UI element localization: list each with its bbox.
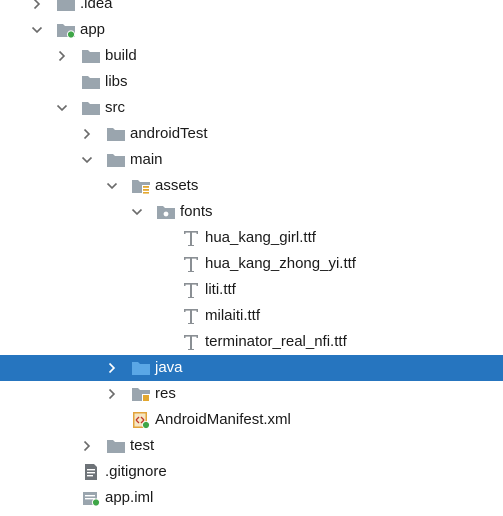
- tree-row-androidmanifest-xml[interactable]: AndroidManifest.xml: [0, 407, 503, 433]
- tree-row-androidtest[interactable]: androidTest: [0, 121, 503, 147]
- folder-icon: [81, 69, 101, 95]
- text-file-icon: [81, 459, 101, 485]
- font-file-icon: [181, 329, 201, 355]
- font-file-icon: [181, 251, 201, 277]
- tree-item-label: .idea: [80, 0, 113, 12]
- tree-item-label: androidTest: [130, 125, 208, 142]
- font-file-icon: [181, 303, 201, 329]
- tree-item-label: app.iml: [105, 489, 154, 506]
- tree-row-milaiti-ttf[interactable]: milaiti.ttf: [0, 303, 503, 329]
- tree-row-assets[interactable]: assets: [0, 173, 503, 199]
- tree-row-fonts[interactable]: fonts: [0, 199, 503, 225]
- tree-row-terminator-real-nfi-ttf[interactable]: terminator_real_nfi.ttf: [0, 329, 503, 355]
- font-file-icon: [181, 225, 201, 251]
- tree-item-label: res: [155, 385, 176, 402]
- folder-icon: [106, 433, 126, 459]
- chevron-down-icon[interactable]: [30, 17, 44, 43]
- module-file-icon: [81, 485, 101, 511]
- tree-item-label: assets: [155, 177, 199, 194]
- tree-item-label: milaiti.ttf: [205, 307, 261, 324]
- tree-row-test[interactable]: test: [0, 433, 503, 459]
- chevron-right-icon[interactable]: [30, 0, 44, 17]
- tree-row-build[interactable]: build: [0, 43, 503, 69]
- tree-row-java[interactable]: java: [0, 355, 503, 381]
- tree-item-label: main: [130, 151, 163, 168]
- tree-item-label: terminator_real_nfi.ttf: [205, 333, 347, 350]
- font-file-icon: [181, 277, 201, 303]
- tree-row-libs[interactable]: libs: [0, 69, 503, 95]
- tree-item-label: java: [155, 359, 183, 376]
- chevron-right-icon[interactable]: [80, 121, 94, 147]
- tree-item-label: fonts: [180, 203, 213, 220]
- folder-icon: [106, 121, 126, 147]
- tree-item-label: hua_kang_zhong_yi.ttf: [205, 255, 356, 272]
- assets-folder-icon: [131, 173, 151, 199]
- tree-row-gitignore[interactable]: .gitignore: [0, 459, 503, 485]
- package-folder-icon: [156, 199, 176, 225]
- tree-item-label: build: [105, 47, 137, 64]
- chevron-right-icon[interactable]: [105, 381, 119, 407]
- manifest-file-icon: [131, 407, 151, 433]
- tree-row-app-iml[interactable]: app.iml: [0, 485, 503, 511]
- chevron-down-icon[interactable]: [130, 199, 144, 225]
- tree-row-hua-kang-girl-ttf[interactable]: hua_kang_girl.ttf: [0, 225, 503, 251]
- tree-row-res[interactable]: res: [0, 381, 503, 407]
- tree-row-src[interactable]: src: [0, 95, 503, 121]
- resource-folder-icon: [131, 381, 151, 407]
- folder-icon: [81, 95, 101, 121]
- tree-item-label: test: [130, 437, 155, 454]
- chevron-right-icon[interactable]: [80, 433, 94, 459]
- tree-row-main[interactable]: main: [0, 147, 503, 173]
- chevron-down-icon[interactable]: [105, 173, 119, 199]
- module-folder-icon: [56, 17, 76, 43]
- chevron-right-icon[interactable]: [105, 355, 119, 381]
- tree-item-label: AndroidManifest.xml: [155, 411, 291, 428]
- tree-item-label: liti.ttf: [205, 281, 236, 298]
- tree-item-label: hua_kang_girl.ttf: [205, 229, 316, 246]
- tree-row-idea[interactable]: .idea: [0, 0, 503, 17]
- chevron-down-icon[interactable]: [80, 147, 94, 173]
- chevron-right-icon[interactable]: [55, 43, 69, 69]
- tree-item-label: libs: [105, 73, 128, 90]
- source-folder-icon: [131, 355, 151, 381]
- tree-row-liti-ttf[interactable]: liti.ttf: [0, 277, 503, 303]
- project-tree: .idea app build libs src androidTest main asset…: [0, 0, 503, 516]
- folder-icon: [81, 43, 101, 69]
- tree-item-label: .gitignore: [105, 463, 167, 480]
- folder-icon: [56, 0, 76, 17]
- tree-row-hua-kang-zhong-yi-ttf[interactable]: hua_kang_zhong_yi.ttf: [0, 251, 503, 277]
- tree-item-label: app: [80, 21, 106, 38]
- folder-icon: [106, 147, 126, 173]
- tree-item-label: src: [105, 99, 125, 116]
- tree-row-app[interactable]: app: [0, 17, 503, 43]
- chevron-down-icon[interactable]: [55, 95, 69, 121]
